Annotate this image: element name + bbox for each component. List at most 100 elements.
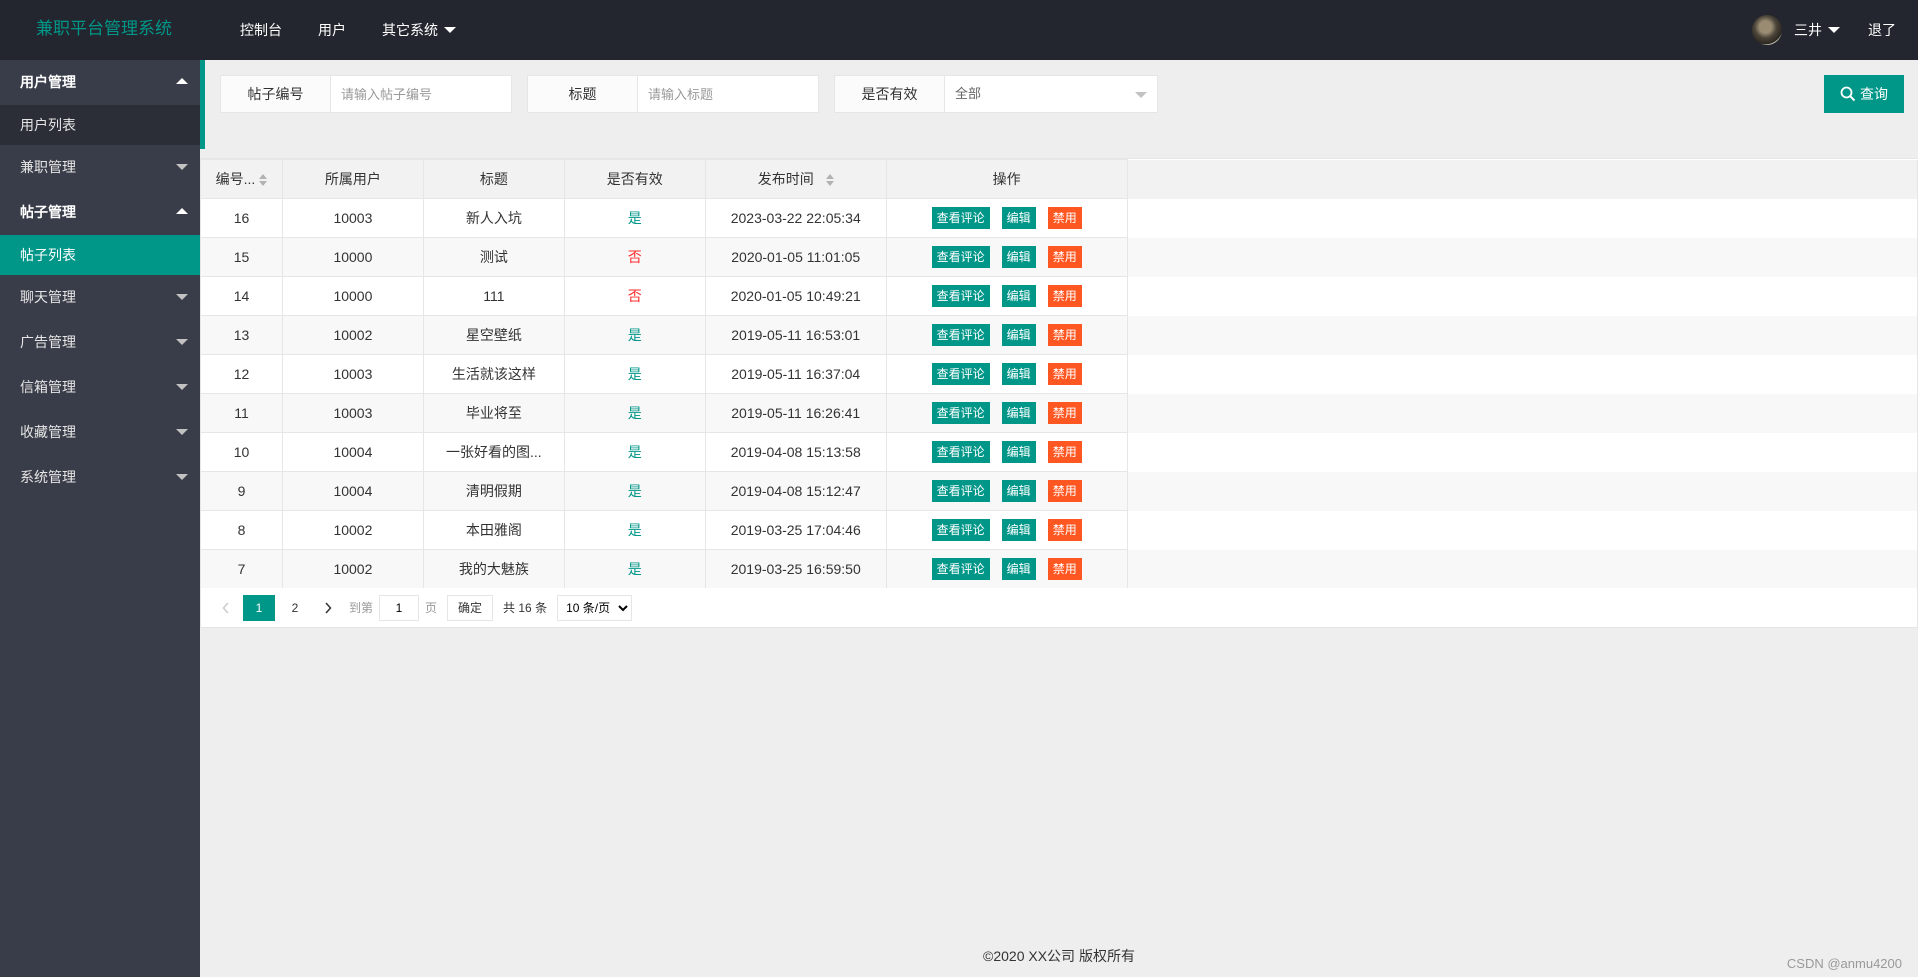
cell-time-value: 2019-03-25 17:04:46 xyxy=(730,522,861,538)
next-page-button[interactable] xyxy=(313,595,343,621)
cell-id-value: 10 xyxy=(233,444,250,460)
page-button-1[interactable]: 1 xyxy=(243,594,275,621)
sidebar-group-label: 帖子管理 xyxy=(20,204,76,220)
disable-button[interactable]: 禁用 xyxy=(1047,363,1082,385)
sidebar-item-user-list[interactable]: 用户列表 xyxy=(0,105,200,145)
edit-button[interactable]: 编辑 xyxy=(1001,402,1036,424)
sidebar-group-mailbox-management[interactable]: 信箱管理 xyxy=(0,365,200,410)
cell-title: 生活就该这样 xyxy=(422,354,565,394)
cell-valid: 是 xyxy=(563,354,706,394)
edit-button[interactable]: 编辑 xyxy=(1001,363,1036,385)
cell-user: 10002 xyxy=(281,549,424,589)
nav-console[interactable]: 控制台 xyxy=(222,0,300,60)
cell-valid-value: 否 xyxy=(627,288,642,304)
title-field: 标题 xyxy=(527,75,819,113)
view-comments-button[interactable]: 查看评论 xyxy=(931,207,990,229)
logout-link[interactable]: 退了 xyxy=(1868,20,1896,40)
cell-id-value: 16 xyxy=(233,210,250,226)
edit-button[interactable]: 编辑 xyxy=(1001,519,1036,541)
cell-time-value: 2023-03-22 22:05:34 xyxy=(730,210,861,226)
disable-button[interactable]: 禁用 xyxy=(1047,324,1082,346)
valid-select-value: 全部 xyxy=(955,86,982,101)
sidebar-group-post-management[interactable]: 帖子管理 xyxy=(0,190,200,235)
disable-button[interactable]: 禁用 xyxy=(1047,441,1082,463)
view-comments-button[interactable]: 查看评论 xyxy=(931,324,990,346)
sidebar-group-chat-management[interactable]: 聊天管理 xyxy=(0,275,200,320)
view-comments-button[interactable]: 查看评论 xyxy=(931,480,990,502)
goto-page-input[interactable] xyxy=(379,594,420,621)
footer-copyright: ©2020 XX公司 版权所有 xyxy=(983,948,1135,964)
col-header-id[interactable]: 编号... xyxy=(200,159,283,199)
cell-id: 12 xyxy=(200,354,283,394)
sidebar-group-user-management[interactable]: 用户管理 xyxy=(0,60,200,105)
col-header-actions: 操作 xyxy=(885,159,1128,199)
goto-suffix: 页 xyxy=(425,601,438,615)
table-body: 16 10003 新人入坑是 2023-03-22 22:05:34 查看评论 编辑 禁用 1… xyxy=(200,198,1918,589)
goto-confirm-button[interactable]: 确定 xyxy=(447,594,494,621)
disable-button[interactable]: 禁用 xyxy=(1047,246,1082,268)
table-filler xyxy=(1126,471,1918,511)
view-comments-button[interactable]: 查看评论 xyxy=(931,519,990,541)
view-comments-button[interactable]: 查看评论 xyxy=(931,441,990,463)
cell-user: 10003 xyxy=(281,393,424,433)
sidebar-item-post-list[interactable]: 帖子列表 xyxy=(0,235,200,275)
view-comments-button[interactable]: 查看评论 xyxy=(931,402,990,424)
edit-button[interactable]: 编辑 xyxy=(1001,324,1036,346)
sort-icon[interactable] xyxy=(259,174,268,187)
sidebar-group-label: 用户管理 xyxy=(20,74,76,90)
avatar[interactable] xyxy=(1752,15,1782,45)
sidebar-group-favorites-management[interactable]: 收藏管理 xyxy=(0,410,200,455)
title-input[interactable] xyxy=(638,76,818,112)
app-logo[interactable]: 兼职平台管理系统 xyxy=(36,0,172,58)
search-icon xyxy=(1840,86,1856,102)
user-name: 三井 xyxy=(1794,22,1822,38)
cell-id: 15 xyxy=(200,237,283,277)
disable-button[interactable]: 禁用 xyxy=(1047,480,1082,502)
sidebar-group-system-management[interactable]: 系统管理 xyxy=(0,455,200,500)
query-button[interactable]: 查询 xyxy=(1824,75,1904,113)
table-row: 10 10004 一张好看的图... 是 2019-04-08 15:13:58 查看评论… xyxy=(200,432,1918,472)
nav-other-systems[interactable]: 其它系统 xyxy=(364,0,474,60)
disable-button[interactable]: 禁用 xyxy=(1047,519,1082,541)
page-button-2[interactable]: 2 xyxy=(279,595,311,621)
view-comments-button[interactable]: 查看评论 xyxy=(931,363,990,385)
sidebar-accent-bar xyxy=(200,60,205,149)
sidebar-group-ad-management[interactable]: 广告管理 xyxy=(0,320,200,365)
cell-id: 14 xyxy=(200,276,283,316)
sort-icon[interactable] xyxy=(825,174,834,187)
chevron-up-icon xyxy=(176,208,188,214)
sidebar-group-parttime-management[interactable]: 兼职管理 xyxy=(0,145,200,190)
edit-button[interactable]: 编辑 xyxy=(1001,285,1036,307)
user-menu[interactable]: 三井 xyxy=(1794,20,1840,40)
view-comments-button[interactable]: 查看评论 xyxy=(931,285,990,307)
edit-button[interactable]: 编辑 xyxy=(1001,246,1036,268)
edit-button[interactable]: 编辑 xyxy=(1001,441,1036,463)
disable-button[interactable]: 禁用 xyxy=(1047,558,1082,580)
prev-page-button[interactable] xyxy=(211,595,241,621)
post-id-input[interactable] xyxy=(331,76,511,112)
table-filler xyxy=(1126,237,1918,277)
view-comments-button[interactable]: 查看评论 xyxy=(931,246,990,268)
disable-button[interactable]: 禁用 xyxy=(1047,402,1082,424)
nav-user[interactable]: 用户 xyxy=(300,0,364,60)
col-header-time[interactable]: 发布时间 xyxy=(704,159,887,199)
chevron-left-icon xyxy=(222,601,229,614)
table-row: 16 10003 新人入坑 是 2023-03-22 22:05:34 查看评论 编辑 禁用 xyxy=(200,198,1918,238)
watermark: CSDN @anmu4200 xyxy=(1786,956,1902,971)
disable-button[interactable]: 禁用 xyxy=(1047,207,1082,229)
page-size-select[interactable]: 10 条/页 xyxy=(557,594,633,621)
cell-valid-value: 是 xyxy=(627,366,642,382)
table-header-row: 编号... 所属用户 标题 是否有效 发布时间 操作 xyxy=(200,159,1918,199)
table-row: 11 10003 毕业将至 是 2019-05-11 16:26:41 查看评论 编辑 禁用 xyxy=(200,393,1918,433)
chevron-down-icon xyxy=(176,339,188,345)
cell-valid: 是 xyxy=(563,315,706,355)
view-comments-button[interactable]: 查看评论 xyxy=(931,558,990,580)
cell-title: 本田雅阁 xyxy=(422,510,565,550)
disable-button[interactable]: 禁用 xyxy=(1047,285,1082,307)
cell-user: 10004 xyxy=(281,471,424,511)
table-row: 14 10000 111 否 2020-01-05 10:49:21 查看评论 编辑 禁用 xyxy=(200,276,1918,316)
valid-select[interactable]: 全部 xyxy=(945,76,1157,112)
edit-button[interactable]: 编辑 xyxy=(1001,558,1036,580)
edit-button[interactable]: 编辑 xyxy=(1001,480,1036,502)
edit-button[interactable]: 编辑 xyxy=(1001,207,1036,229)
